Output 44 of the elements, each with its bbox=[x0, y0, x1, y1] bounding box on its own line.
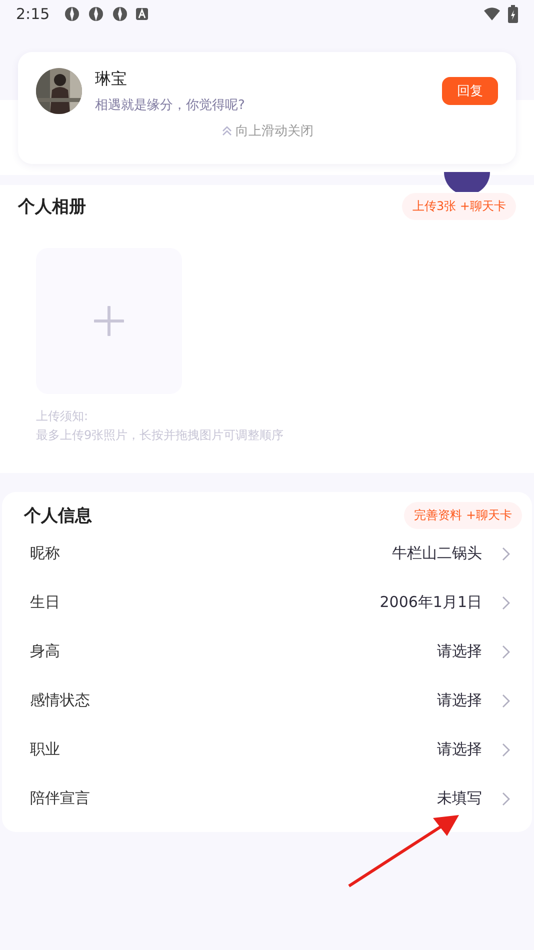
chevron-right-icon bbox=[502, 644, 510, 658]
info-row[interactable]: 感情状态 请选择 bbox=[2, 676, 532, 725]
info-row[interactable]: 职业 请选择 bbox=[2, 725, 532, 774]
app-notification-icon bbox=[88, 6, 104, 22]
chevron-right-icon bbox=[502, 742, 510, 756]
info-row[interactable]: 身高 请选择 bbox=[2, 627, 532, 676]
field-label: 昵称 bbox=[30, 544, 61, 563]
wifi-icon bbox=[484, 6, 500, 22]
field-value: 请选择 bbox=[437, 642, 482, 661]
swipe-hint: 向上滑动关闭 bbox=[236, 123, 314, 140]
message-notification[interactable]: 琳宝 相遇就是缘分，你觉得呢? 回复 向上滑动关闭 bbox=[18, 52, 516, 164]
chevron-right-icon bbox=[502, 596, 510, 610]
field-value: 请选择 bbox=[437, 691, 482, 710]
message-preview: 相遇就是缘分，你觉得呢? bbox=[95, 96, 246, 114]
reward-tag: 上传3张 +聊天卡 bbox=[402, 193, 516, 220]
field-value: 牛栏山二锅头 bbox=[392, 544, 482, 563]
field-value: 2006年1月1日 bbox=[380, 593, 482, 612]
chevron-right-icon bbox=[502, 694, 510, 708]
add-photo-button[interactable] bbox=[36, 248, 182, 394]
sender-name: 琳宝 bbox=[95, 68, 128, 90]
info-row[interactable]: 陪伴宣言 未填写 bbox=[2, 774, 532, 823]
section-title: 个人信息 bbox=[24, 505, 92, 527]
double-chevron-up-icon bbox=[220, 125, 232, 137]
reward-tag: 完善资料 +聊天卡 bbox=[404, 502, 522, 529]
field-value: 请选择 bbox=[437, 740, 482, 759]
notice-title: 上传须知: bbox=[36, 408, 90, 425]
chevron-right-icon bbox=[502, 546, 510, 560]
field-label: 陪伴宣言 bbox=[30, 789, 91, 808]
field-label: 生日 bbox=[30, 593, 61, 612]
field-value: 未填写 bbox=[437, 789, 482, 808]
chevron-right-icon bbox=[502, 792, 510, 806]
info-row[interactable]: 昵称 牛栏山二锅头 bbox=[2, 529, 532, 578]
field-label: 职业 bbox=[30, 740, 61, 759]
battery-icon bbox=[508, 5, 518, 23]
app-notification-icon bbox=[112, 6, 128, 22]
notice-text: 最多上传9张照片，长按并拖拽图片可调整顺序 bbox=[36, 427, 285, 444]
keyboard-notification-icon bbox=[136, 8, 148, 20]
status-time: 2:15 bbox=[16, 5, 50, 23]
field-label: 身高 bbox=[30, 642, 61, 661]
field-label: 感情状态 bbox=[30, 691, 91, 710]
section-title: 个人相册 bbox=[18, 196, 86, 218]
plus-icon bbox=[94, 306, 124, 336]
app-notification-icon bbox=[64, 6, 80, 22]
info-row[interactable]: 生日 2006年1月1日 bbox=[2, 578, 532, 627]
